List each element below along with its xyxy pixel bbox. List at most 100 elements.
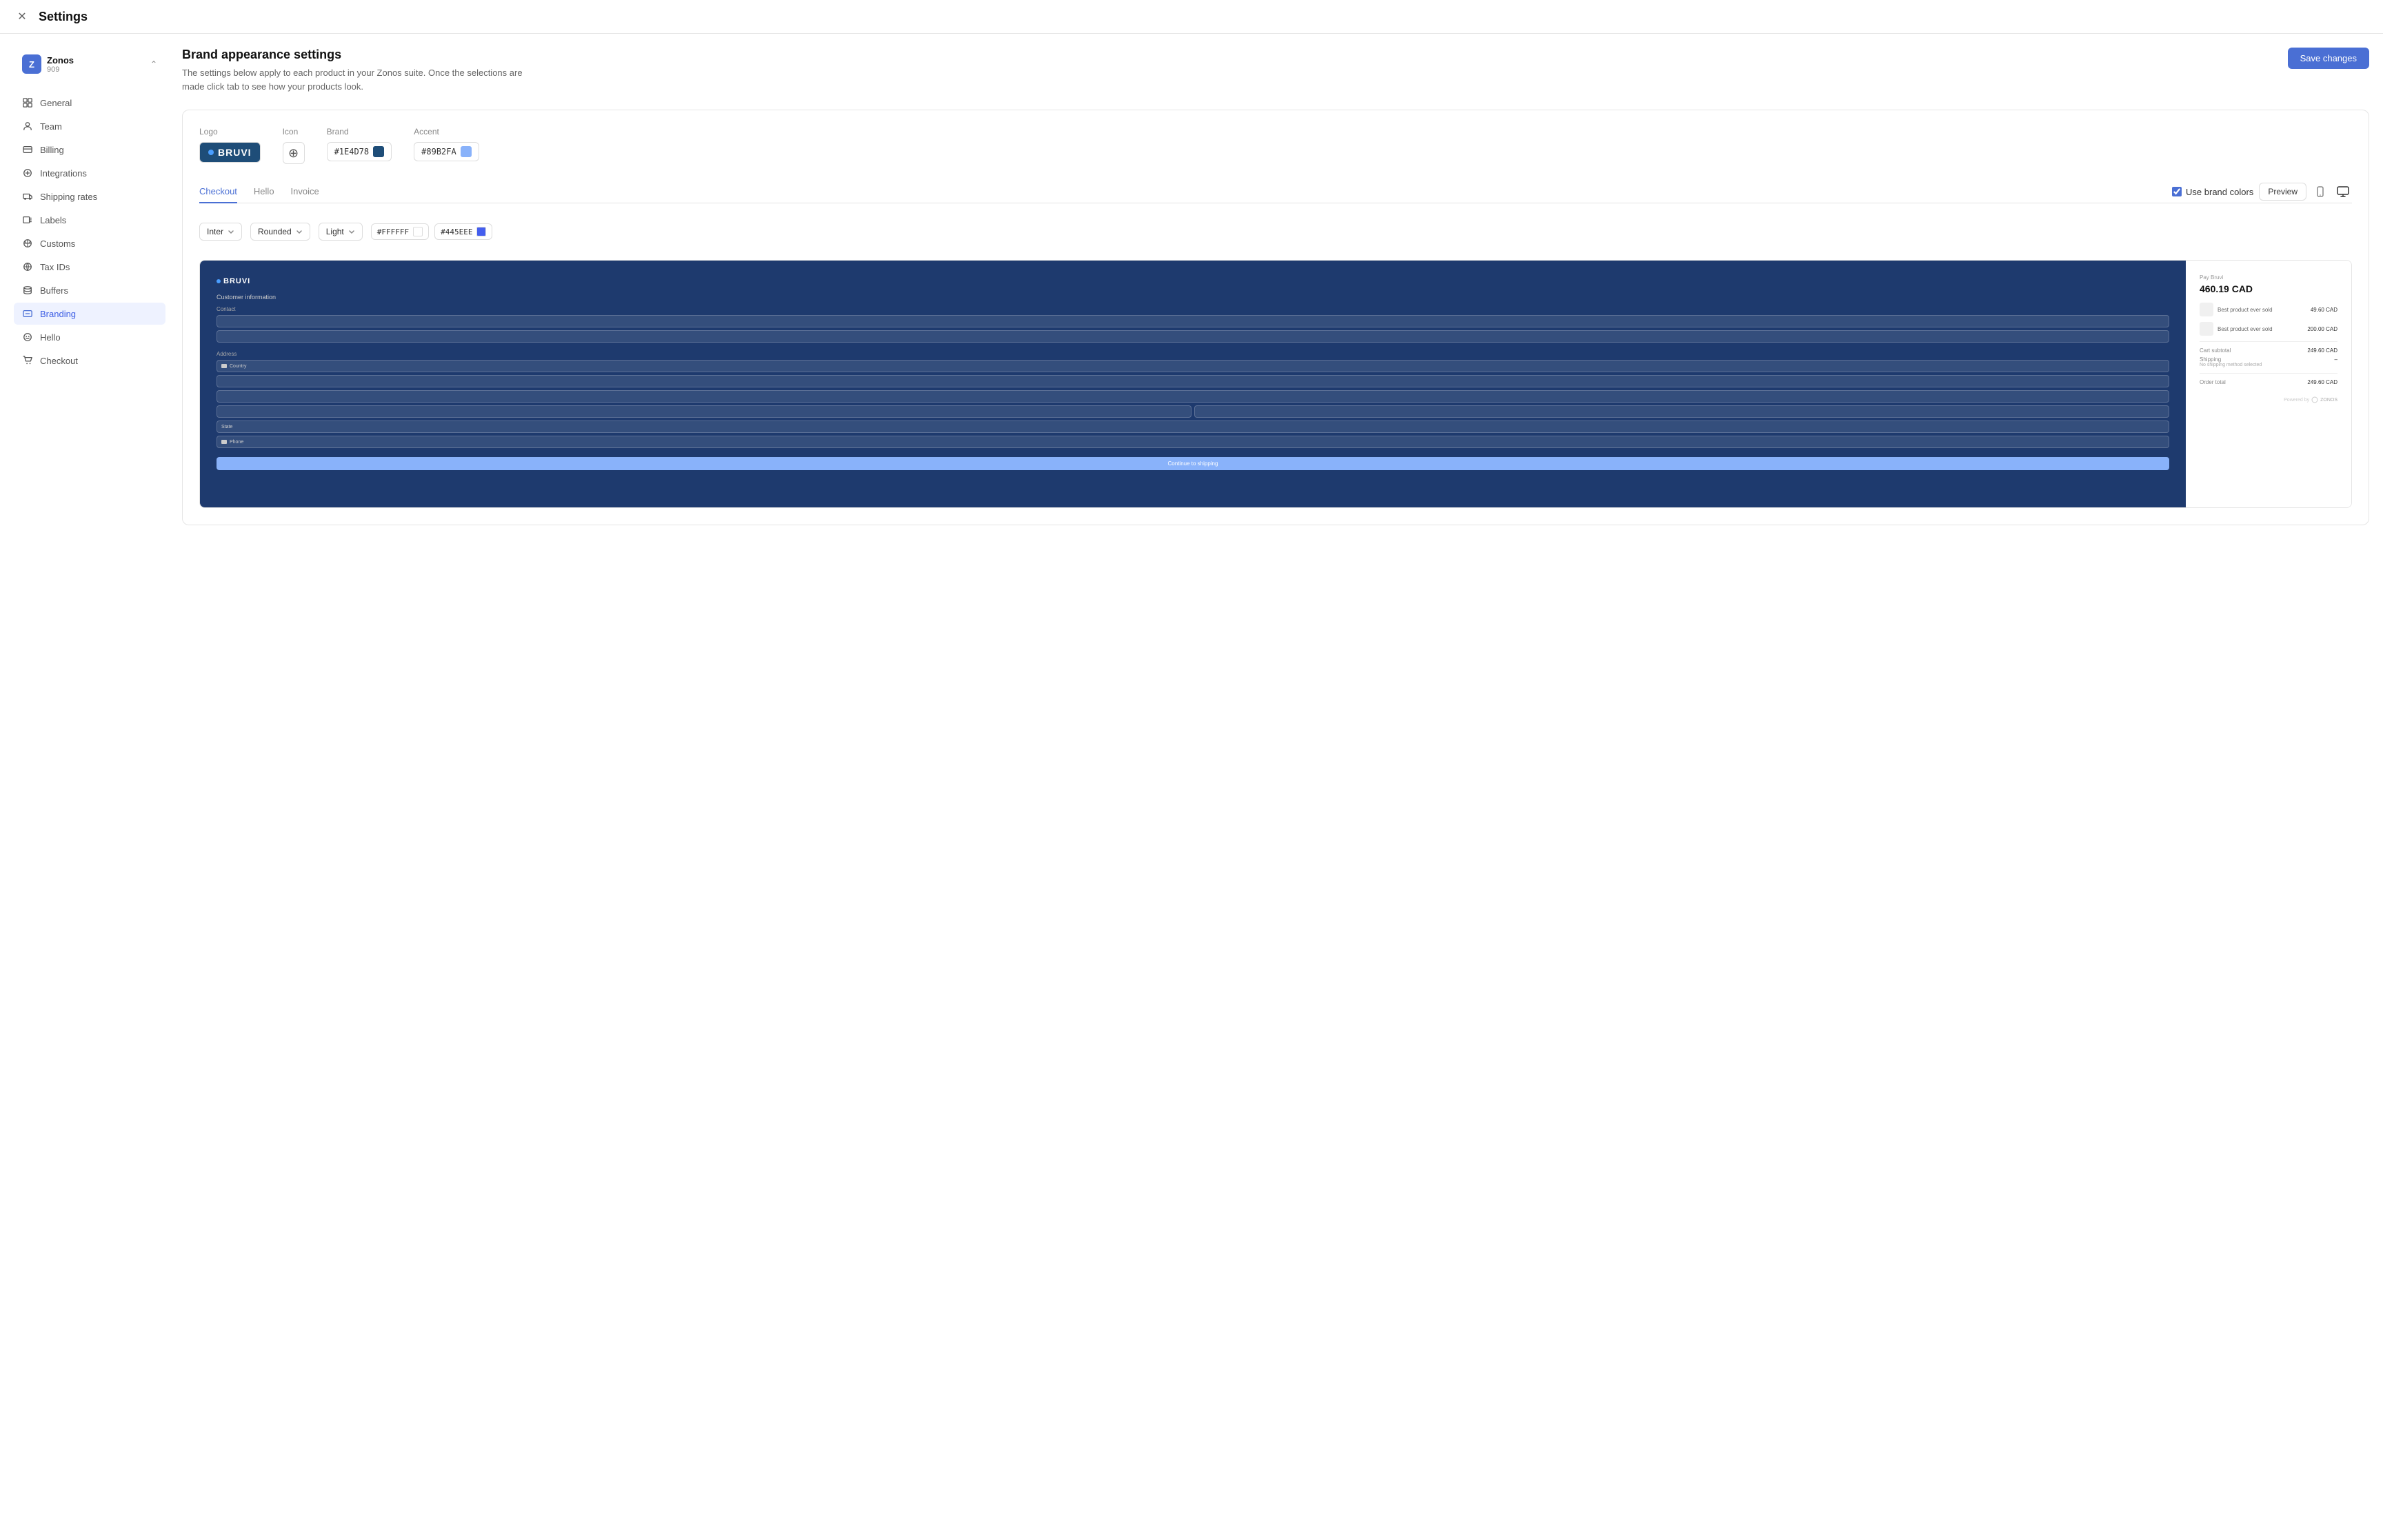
style-selector[interactable]: Rounded: [250, 223, 310, 241]
sidebar-item-checkout[interactable]: Checkout: [14, 349, 165, 372]
checkout-icon: [22, 355, 33, 366]
org-name: Zonos: [47, 55, 145, 65]
accent-color-swatch[interactable]: #89B2FA: [414, 142, 479, 161]
address-input-preview: [217, 375, 2169, 387]
tab-right-controls: Use brand colors Preview: [2172, 183, 2352, 201]
accent-color-box: [461, 146, 472, 157]
org-avatar: Z: [22, 54, 41, 74]
globe-icon: [22, 261, 33, 272]
form-title: Customer information: [217, 294, 2169, 301]
address2-input-preview: [217, 390, 2169, 403]
order-total-label: Order total: [2200, 379, 2226, 385]
sidebar-item-label: Tax IDs: [40, 262, 70, 272]
org-id: 909: [47, 65, 145, 74]
bg-color-square: [413, 227, 423, 236]
tab-invoice[interactable]: Invoice: [291, 181, 319, 203]
tab-checkout[interactable]: Checkout: [199, 181, 237, 203]
app-window: ✕ Settings Z Zonos 909 ⌃ General: [0, 0, 2383, 1540]
page-description: The settings below apply to each product…: [182, 66, 527, 93]
pay-amount: 460.19 CAD: [2200, 283, 2337, 294]
item-thumbnail: [2200, 303, 2213, 316]
city-postal-row: [217, 405, 2169, 421]
logo-dot: [208, 150, 214, 155]
billing-icon: [22, 144, 33, 155]
font-selector[interactable]: Inter: [199, 223, 242, 241]
sidebar-item-team[interactable]: Team: [14, 115, 165, 137]
preview-controls: Inter Rounded Light #FFFFFF: [199, 214, 2352, 249]
sidebar-item-label: Hello: [40, 332, 61, 343]
sidebar-item-label: Customs: [40, 239, 75, 249]
continue-shipping-button[interactable]: Continue to shipping: [217, 457, 2169, 470]
shipping-info: Shipping No shipping method selected: [2200, 356, 2262, 367]
logo-label: Logo: [199, 127, 261, 136]
divider-2: [2200, 373, 2337, 374]
plug-icon: [22, 168, 33, 179]
powered-by-text: Powered by: [2284, 398, 2309, 403]
content-header: Brand appearance settings The settings b…: [182, 48, 2369, 93]
sidebar-item-label: Team: [40, 121, 62, 132]
use-brand-colors-checkbox[interactable]: [2172, 187, 2182, 196]
sidebar-item-shipping-rates[interactable]: Shipping rates: [14, 185, 165, 207]
style-value: Rounded: [258, 227, 292, 236]
order-total-value: 249.60 CAD: [2307, 379, 2337, 385]
use-brand-colors-text: Use brand colors: [2186, 187, 2253, 197]
theme-selector[interactable]: Light: [319, 223, 363, 241]
sidebar-item-hello[interactable]: Hello: [14, 326, 165, 348]
preview-logo: BRUVI: [217, 277, 2169, 285]
zonos-brand: ZONOS: [2320, 398, 2337, 403]
bg-color-input[interactable]: #FFFFFF: [371, 223, 429, 240]
font-value: Inter: [207, 227, 223, 236]
brand-color-swatch[interactable]: #1E4D78: [327, 142, 392, 161]
sidebar-item-tax-ids[interactable]: Tax IDs: [14, 256, 165, 278]
desktop-device-button[interactable]: [2334, 183, 2352, 201]
preview-logo-text: BRUVI: [223, 277, 250, 285]
sidebar-item-labels[interactable]: Labels: [14, 209, 165, 231]
address-section: Address Country: [217, 351, 2169, 448]
checkout-form-panel: BRUVI Customer information Contact Addre…: [200, 261, 2186, 507]
tab-hello[interactable]: Hello: [254, 181, 274, 203]
city-input-preview: [217, 405, 1192, 418]
mobile-device-button[interactable]: [2312, 183, 2329, 201]
sidebar: Z Zonos 909 ⌃ General: [14, 48, 165, 1526]
accent-color-value: #89B2FA: [421, 147, 456, 156]
main-layout: Z Zonos 909 ⌃ General: [0, 34, 2383, 1540]
close-button[interactable]: ✕: [14, 8, 30, 25]
settings-card: Logo BRUVI Icon ⊕ Brand #1E4D78: [182, 110, 2369, 525]
state-select-preview: State: [217, 421, 2169, 433]
checkout-preview: BRUVI Customer information Contact Addre…: [199, 260, 2352, 508]
order-item-1: Best product ever sold 49.60 CAD: [2200, 303, 2337, 316]
phone-flag: [221, 440, 227, 444]
user-icon: [22, 121, 33, 132]
page-title: Brand appearance settings: [182, 48, 527, 62]
use-brand-colors-label[interactable]: Use brand colors: [2172, 187, 2253, 197]
name-input-preview: [217, 315, 2169, 327]
item-name: Best product ever sold: [2218, 326, 2303, 332]
preview-logo-dot: [217, 279, 221, 283]
hello-icon: [22, 332, 33, 343]
sidebar-item-label: Branding: [40, 309, 76, 319]
shipping-row: Shipping No shipping method selected –: [2200, 356, 2337, 367]
brand-color-box: [373, 146, 384, 157]
sidebar-item-branding[interactable]: Branding: [14, 303, 165, 325]
item-price: 200.00 CAD: [2307, 326, 2337, 332]
phone-select-preview: Phone: [217, 436, 2169, 448]
sidebar-item-billing[interactable]: Billing: [14, 139, 165, 161]
org-selector[interactable]: Z Zonos 909 ⌃: [14, 48, 165, 81]
sidebar-item-integrations[interactable]: Integrations: [14, 162, 165, 184]
shipping-note: No shipping method selected: [2200, 363, 2262, 367]
shipping-value: –: [2335, 356, 2337, 367]
window-title: Settings: [39, 10, 88, 24]
icon-label: Icon: [283, 127, 305, 136]
icon-button[interactable]: ⊕: [283, 142, 305, 164]
preview-button[interactable]: Preview: [2259, 183, 2306, 201]
sidebar-item-general[interactable]: General: [14, 92, 165, 114]
logo-group: Logo BRUVI: [199, 127, 261, 163]
save-changes-button[interactable]: Save changes: [2288, 48, 2369, 69]
buffer-icon: [22, 285, 33, 296]
accent-color-input[interactable]: #445EEE: [434, 223, 492, 240]
cart-subtotal-label: Cart subtotal: [2200, 347, 2231, 354]
sidebar-item-buffers[interactable]: Buffers: [14, 279, 165, 301]
sidebar-item-customs[interactable]: Customs: [14, 232, 165, 254]
icon-group: Icon ⊕: [283, 127, 305, 164]
order-item-2: Best product ever sold 200.00 CAD: [2200, 322, 2337, 336]
